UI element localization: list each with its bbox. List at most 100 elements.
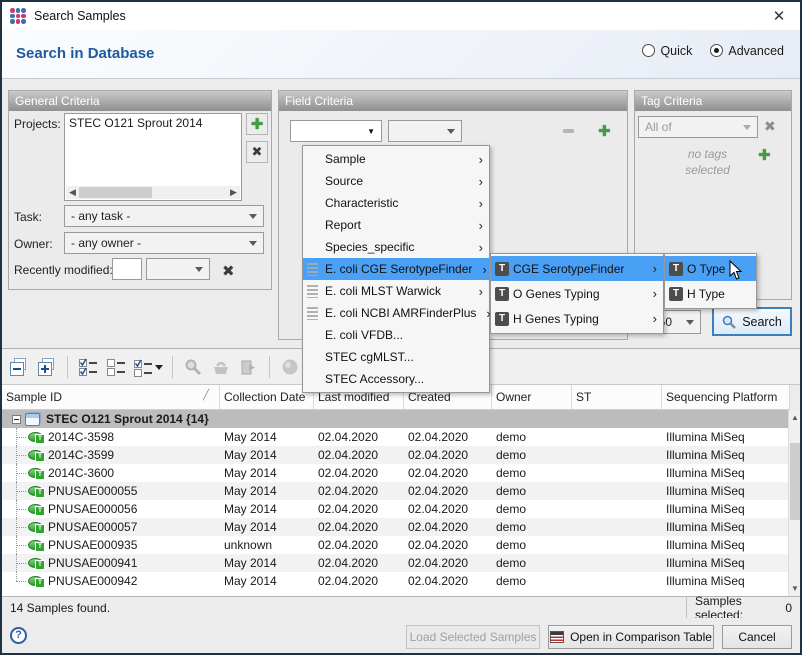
table-row[interactable]: PNUSAE000057May 201402.04.202002.04.2020… xyxy=(2,518,790,536)
sample-icon xyxy=(28,504,43,514)
comparator-dropdown[interactable] xyxy=(388,120,462,142)
menu-item[interactable]: TCGE SerotypeFinder› xyxy=(491,256,663,281)
scroll-thumb[interactable] xyxy=(790,443,800,520)
load-selected-samples-button[interactable]: Load Selected Samples xyxy=(406,625,540,649)
table-row[interactable]: 2014C-3598May 201402.04.202002.04.2020de… xyxy=(2,428,790,446)
table-row[interactable]: 2014C-3599May 201402.04.202002.04.2020de… xyxy=(2,446,790,464)
cell-collection: May 2014 xyxy=(220,430,314,444)
cell-created: 02.04.2020 xyxy=(404,448,492,462)
clear-tags-button[interactable]: ✖ xyxy=(764,118,776,135)
chevron-down-icon xyxy=(195,267,203,272)
group-row[interactable]: STEC O121 Sprout 2014 {14} xyxy=(2,410,790,428)
load-samples-icon[interactable] xyxy=(210,356,232,378)
x-icon: ✖ xyxy=(252,144,263,160)
menu-item[interactable]: STEC Accessory... xyxy=(303,368,489,390)
group-label: STEC O121 Sprout 2014 {14} xyxy=(46,412,209,426)
menu-item[interactable]: Species_specific› xyxy=(303,236,489,258)
radio-quick-circle[interactable] xyxy=(642,44,655,57)
radio-quick[interactable]: Quick xyxy=(642,44,692,58)
cell-created: 02.04.2020 xyxy=(404,502,492,516)
close-icon[interactable]: ✕ xyxy=(766,7,792,25)
find-samples-icon[interactable] xyxy=(182,356,204,378)
menu-item-label: E. coli CGE SerotypeFinder xyxy=(325,262,472,276)
menu-item[interactable]: Source› xyxy=(303,170,489,192)
clear-recently-modified-button[interactable]: ✖ xyxy=(222,262,235,280)
menu-item[interactable]: STEC cgMLST... xyxy=(303,346,489,368)
tree-connector xyxy=(10,446,28,464)
open-in-comparison-table-button[interactable]: Open in Comparison Table xyxy=(548,625,714,649)
table-vscrollbar[interactable]: ▲ ▼ xyxy=(788,410,800,596)
search-button[interactable]: Search xyxy=(712,307,792,336)
table-row[interactable]: PNUSAE000942May 201402.04.202002.04.2020… xyxy=(2,572,790,590)
remove-criterion-button[interactable] xyxy=(563,129,574,133)
assign-icon[interactable] xyxy=(279,356,301,378)
radio-advanced-circle[interactable] xyxy=(710,44,723,57)
add-project-button[interactable]: ✚ xyxy=(246,113,268,135)
cell-platform: Illumina MiSeq xyxy=(662,484,790,498)
cell-collection: May 2014 xyxy=(220,484,314,498)
collapse-expander-icon[interactable] xyxy=(12,415,21,424)
menu-item[interactable]: Sample› xyxy=(303,148,489,170)
projects-hscrollbar[interactable]: ◀ ▶ xyxy=(66,186,240,199)
scroll-thumb[interactable] xyxy=(79,187,152,198)
project-item[interactable]: STEC O121 Sprout 2014 xyxy=(69,116,237,130)
menu-item[interactable]: TO Genes Typing› xyxy=(491,281,663,306)
scroll-left-icon[interactable]: ◀ xyxy=(66,186,79,199)
table-row[interactable]: PNUSAE000055May 201402.04.202002.04.2020… xyxy=(2,482,790,500)
chevron-down-icon xyxy=(686,320,694,325)
column-header[interactable]: Collection Date xyxy=(220,385,314,409)
menu-item[interactable]: TH Genes Typing› xyxy=(491,306,663,331)
scroll-down-icon[interactable]: ▼ xyxy=(789,581,801,596)
menu-item[interactable]: Report› xyxy=(303,214,489,236)
menu-item[interactable]: E. coli CGE SerotypeFinder› xyxy=(303,258,489,280)
cell-owner: demo xyxy=(492,574,572,588)
menu-item-label: E. coli MLST Warwick xyxy=(325,284,441,298)
menu-item[interactable]: E. coli MLST Warwick› xyxy=(303,280,489,302)
sequence-icon xyxy=(307,307,318,320)
field-selector-dropdown[interactable]: ▼ xyxy=(290,120,382,142)
menu-item[interactable]: E. coli VFDB... xyxy=(303,324,489,346)
table-row[interactable]: 2014C-3600May 201402.04.202002.04.2020de… xyxy=(2,464,790,482)
collapse-all-icon[interactable] xyxy=(8,356,30,378)
add-criterion-button[interactable]: ✚ xyxy=(598,122,611,140)
toolbar-separator xyxy=(269,356,270,378)
expand-all-icon[interactable] xyxy=(36,356,58,378)
menu-item[interactable]: TO Type xyxy=(665,256,756,281)
column-header[interactable]: ST xyxy=(572,385,662,409)
table-row[interactable]: PNUSAE000941May 201402.04.202002.04.2020… xyxy=(2,554,790,572)
cell-platform: Illumina MiSeq xyxy=(662,466,790,480)
projects-label: Projects: xyxy=(14,117,61,131)
owner-select[interactable]: - any owner - xyxy=(64,232,264,254)
field-menu: Sample›Source›Characteristic›Report›Spec… xyxy=(302,145,490,393)
title-bar: Search Samples ✕ xyxy=(2,2,800,30)
task-select[interactable]: - any task - xyxy=(64,205,264,227)
cell-modified: 02.04.2020 xyxy=(314,430,404,444)
add-tag-button[interactable]: ✚ xyxy=(758,146,771,164)
tag-match-select[interactable]: All of xyxy=(638,116,758,138)
menu-item[interactable]: TH Type xyxy=(665,281,756,306)
recently-modified-input[interactable] xyxy=(112,258,142,280)
submenu-arrow-icon: › xyxy=(469,240,483,255)
column-header[interactable]: Sample ID╱ xyxy=(2,385,220,409)
help-icon[interactable]: ? xyxy=(10,627,27,644)
scroll-right-icon[interactable]: ▶ xyxy=(227,186,240,199)
recently-modified-unit-select[interactable] xyxy=(146,258,210,280)
deselect-all-icon[interactable] xyxy=(105,356,127,378)
menu-item[interactable]: Characteristic› xyxy=(303,192,489,214)
menu-item[interactable]: E. coli NCBI AMRFinderPlus› xyxy=(303,302,489,324)
scroll-up-icon[interactable]: ▲ xyxy=(789,410,801,425)
samples-found-text: 14 Samples found. xyxy=(2,601,110,615)
radio-advanced[interactable]: Advanced xyxy=(710,44,784,58)
selection-menu-icon[interactable] xyxy=(133,356,163,378)
table-row[interactable]: PNUSAE000056May 201402.04.202002.04.2020… xyxy=(2,500,790,518)
select-all-icon[interactable] xyxy=(77,356,99,378)
cancel-button[interactable]: Cancel xyxy=(722,625,792,649)
projects-list[interactable]: STEC O121 Sprout 2014 ◀ ▶ xyxy=(64,113,242,201)
cell-platform: Illumina MiSeq xyxy=(662,556,790,570)
export-samples-icon[interactable] xyxy=(238,356,260,378)
column-header[interactable]: Owner xyxy=(492,385,572,409)
mouse-cursor xyxy=(729,260,742,280)
column-header[interactable]: Sequencing Platform xyxy=(662,385,790,409)
table-row[interactable]: PNUSAE000935unknown02.04.202002.04.2020d… xyxy=(2,536,790,554)
remove-project-button[interactable]: ✖ xyxy=(246,141,268,163)
